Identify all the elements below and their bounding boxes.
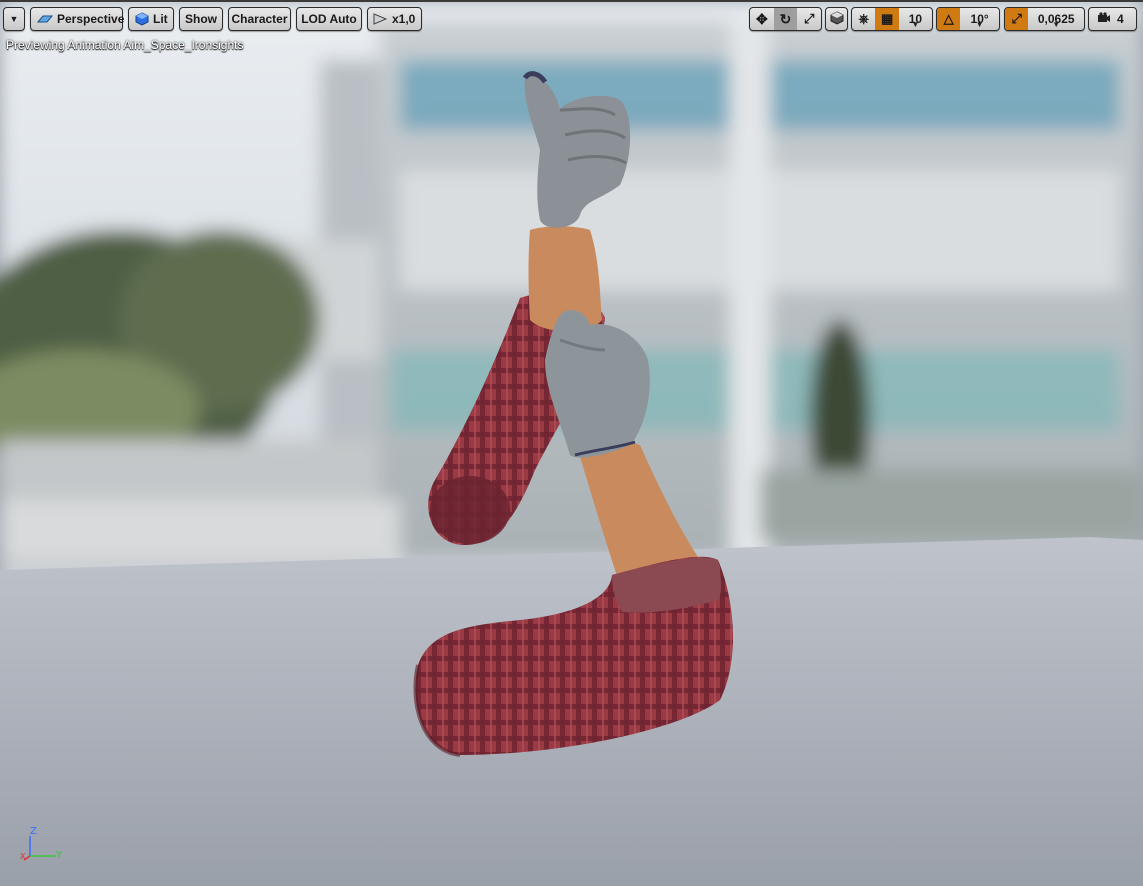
camera-speed-button[interactable]: 4 <box>1088 7 1137 31</box>
surface-snap-icon: ⎈ <box>858 11 869 26</box>
scale-snap-toggle[interactable]: ⤢ <box>1005 8 1029 30</box>
angle-icon: △ <box>943 11 954 26</box>
grid-snap-toggle[interactable]: ▦ <box>875 8 899 30</box>
grid-icon: ▦ <box>880 11 894 26</box>
scale-arrow-icon: ⤢ <box>1011 11 1022 26</box>
perspective-camera-icon <box>37 13 53 25</box>
animation-viewport[interactable]: ▼ Perspective Lit Show Character LOD Aut… <box>0 0 1143 886</box>
scale-snap-group: ⤢ 0,0625 ▼ <box>1004 7 1085 31</box>
character-label: Character <box>231 12 288 26</box>
axis-x-label: X <box>20 852 26 861</box>
lit-label: Lit <box>153 12 168 26</box>
grid-snap-value-dropdown[interactable]: 10 ▼ <box>899 8 932 30</box>
chevron-down-icon: ▼ <box>9 14 19 24</box>
viewport-options-button[interactable]: ▼ <box>3 7 25 31</box>
rotate-icon: ↻ <box>779 10 792 27</box>
rotation-snap-group: △ 10° ▼ <box>936 7 1000 31</box>
camera-icon <box>1097 11 1111 27</box>
chevron-down-icon: ▼ <box>1052 20 1061 29</box>
character-button[interactable]: Character <box>228 7 291 31</box>
show-label: Show <box>185 12 217 26</box>
preview-animation-label: Previewing Animation Aim_Space_Ironsight… <box>6 38 244 52</box>
play-speed-icon <box>373 13 387 25</box>
chevron-down-icon: ▼ <box>975 20 984 29</box>
lit-view-mode-button[interactable]: Lit <box>128 7 174 31</box>
axis-gizmo: Z X Y <box>18 826 68 866</box>
scale-snap-value-dropdown[interactable]: 0,0625 ▼ <box>1028 8 1084 30</box>
translate-button[interactable]: ✥ <box>750 8 774 30</box>
playback-speed-button[interactable]: x1,0 <box>367 7 422 31</box>
perspective-label: Perspective <box>57 12 125 26</box>
surface-snap-button[interactable]: ⎈ <box>852 8 875 30</box>
move-icon: ✥ <box>755 10 768 27</box>
viewport-scene <box>0 0 1143 886</box>
rotation-snap-toggle[interactable]: △ <box>937 8 961 30</box>
camera-speed-value: 4 <box>1117 12 1124 26</box>
viewport-top-border <box>0 0 1143 2</box>
grid-snap-group: ⎈ ▦ 10 ▼ <box>851 7 933 31</box>
scale-icon: ⤢ <box>803 11 815 26</box>
perspective-button[interactable]: Perspective <box>30 7 125 31</box>
rotation-snap-value-dropdown[interactable]: 10° ▼ <box>960 8 999 30</box>
lod-label: LOD Auto <box>301 12 357 26</box>
axis-z-label: Z <box>30 826 37 837</box>
transform-mode-group: ✥ ↻ ⤢ <box>749 7 822 31</box>
chevron-down-icon: ▼ <box>911 20 920 29</box>
lit-cube-icon <box>135 12 149 26</box>
scale-button[interactable]: ⤢ <box>797 8 821 30</box>
show-button[interactable]: Show <box>179 7 223 31</box>
world-cube-icon <box>830 10 844 28</box>
coordinate-system-button[interactable] <box>825 7 848 31</box>
axis-y-label: Y <box>56 850 63 861</box>
lod-auto-button[interactable]: LOD Auto <box>296 7 362 31</box>
rotate-button[interactable]: ↻ <box>773 8 798 30</box>
speed-label: x1,0 <box>392 12 416 26</box>
